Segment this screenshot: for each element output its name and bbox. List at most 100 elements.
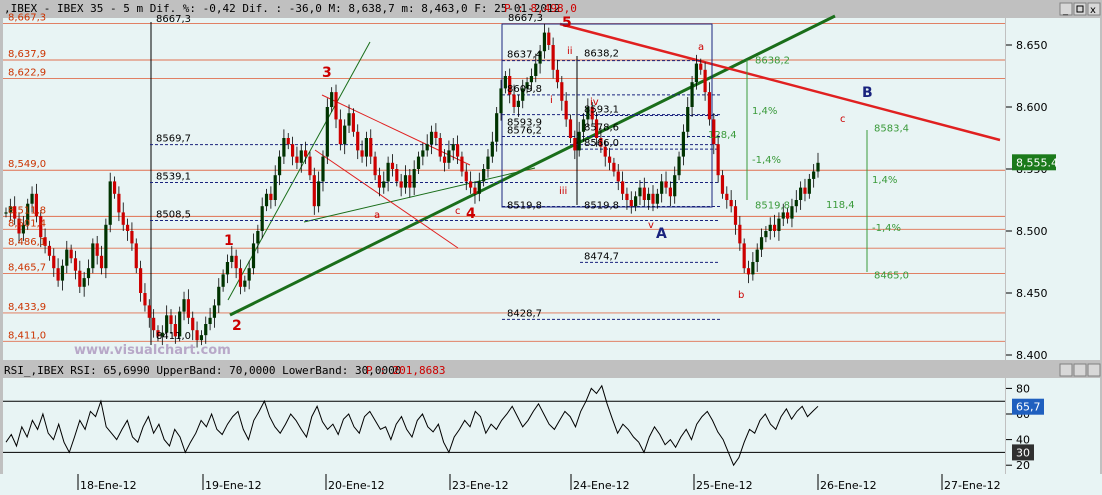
candle-body [312,175,316,207]
candle-body [634,196,638,207]
candle-body [451,144,455,151]
x-tick-label: 26-Ene-12 [820,479,877,492]
candle-body [412,169,416,188]
candle-body [273,175,277,200]
candle-body [112,181,117,194]
x-tick-label: 23-Ene-12 [452,479,509,492]
price-axis [1006,18,1100,360]
candle-body [686,107,690,132]
candle-body [555,69,560,83]
candle-body [438,138,442,157]
price-annotation: 8519,8 [755,200,790,211]
candle-body [434,131,438,138]
candle-body [703,69,707,93]
candle-body [95,243,99,256]
candle-body [369,138,373,157]
candle-body [308,156,312,176]
candle-body [781,212,785,219]
candle-body [52,255,56,269]
candle-body [395,169,399,182]
candle-body [516,100,520,107]
rsi-band-label: 30 [1016,446,1030,459]
level-label: 8,622,9 [8,68,46,79]
candle-body [382,181,386,188]
candle-body [473,187,477,194]
candle-body [638,187,642,197]
candle-body [230,255,234,262]
candle-body [204,324,208,336]
candle-body [794,200,798,207]
x-tick-label: 20-Ene-12 [328,479,385,492]
rsi-plot-area[interactable] [3,378,1005,474]
candle-body [403,175,408,188]
candle-body [655,193,659,204]
rsi-minimize-button[interactable] [1059,363,1073,377]
candle-body [647,193,651,200]
level-label: 8,501,4 [8,218,46,229]
x-tick-label: 24-Ene-12 [573,479,630,492]
candle-body [668,187,672,197]
rsi-close-button[interactable] [1087,363,1101,377]
candle-body [694,63,699,83]
candle-body [486,156,490,169]
y-tick-label: 8.450 [1016,287,1048,300]
wave-label: 4 [466,206,476,222]
time-axis [0,474,1102,495]
price-annotation: 8411,0 [156,331,191,342]
window-controls-top: _ x [1059,2,1101,16]
level-label: 8,411,0 [8,330,46,341]
candle-body [464,171,468,182]
candle-body [746,268,751,275]
wave-label: c [455,206,461,217]
candle-body [429,131,434,145]
minimize-icon: _ [1062,5,1069,16]
y-tick-label: 8.400 [1016,349,1048,362]
candle-body [199,335,204,341]
wave-label: B [862,85,873,101]
candle-body [738,224,742,244]
candle-body [317,181,321,207]
candle-body [416,156,421,169]
candle-body [421,150,425,157]
x-tick-label: 18-Ene-12 [80,479,137,492]
candle-body [629,200,633,207]
price-annotation: 8638,2 [584,49,619,60]
candle-body [225,262,230,275]
candle-body [360,150,364,157]
maximize-button[interactable] [1073,2,1087,16]
candle-body [612,162,616,172]
y-tick-label: 8.600 [1016,101,1048,114]
price-annotation: 8667,3 [508,13,543,24]
candle-body [716,144,720,176]
candle-body [625,193,629,200]
candle-body [786,212,790,219]
price-annotation: 8508,5 [156,209,191,220]
price-plot-area[interactable] [3,18,1005,360]
candle-body [390,162,395,169]
candle-body [251,243,256,269]
level-label: 8,511,8 [8,205,46,216]
price-header: ,IBEX - IBEX 35 - 5 m Dif. %: -0,42 Dif.… [4,2,560,15]
wave-label: i [550,95,553,106]
price-annotation: 8519,8 [584,200,619,211]
level-label: 8,667,3 [8,13,46,24]
wave-label: 1 [224,233,234,249]
candle-body [573,138,577,151]
candle-body [551,45,555,70]
price-annotation: 8609,8 [507,84,542,95]
candle-body [343,125,347,145]
wave-label: 3 [322,65,332,81]
candle-body [642,187,646,200]
rsi-maximize-button[interactable] [1073,363,1087,377]
candle-body [338,119,342,145]
wave-label: ii [567,46,573,57]
level-label: 8,486,1 [8,237,46,248]
wave-label: A [656,226,667,242]
candle-body [91,243,95,269]
level-label: 8,433,9 [8,302,46,313]
candle-body [408,175,412,188]
candle-body [607,156,612,163]
candle-body [139,268,143,293]
price-annotation: 8638,2 [755,56,790,67]
candle-body [65,249,69,266]
